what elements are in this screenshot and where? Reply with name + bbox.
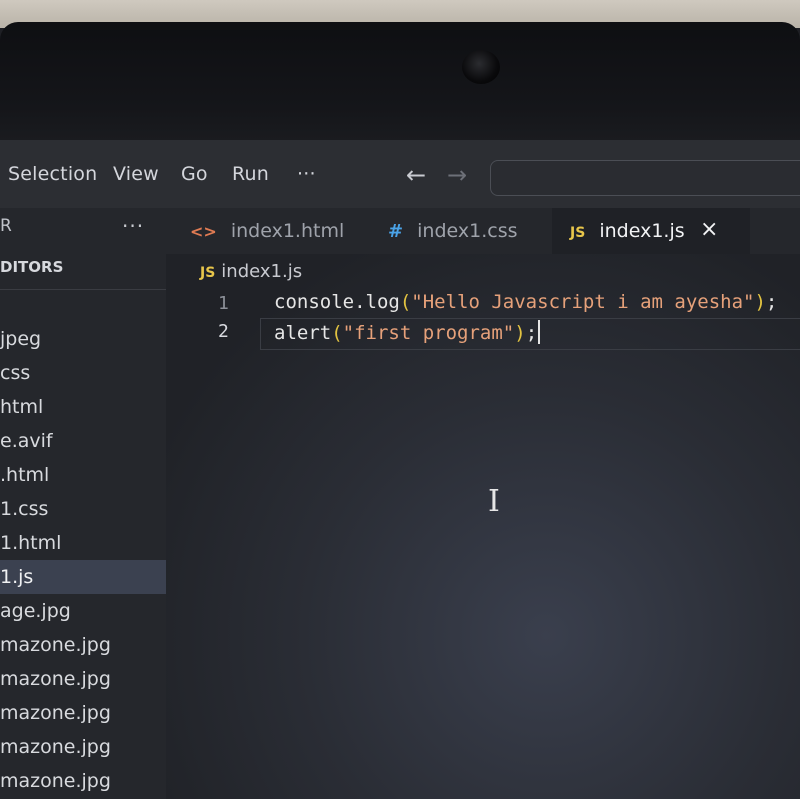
line-number: 2 bbox=[218, 321, 229, 342]
arrow-right-icon[interactable]: → bbox=[447, 161, 467, 189]
webcam bbox=[462, 50, 500, 84]
css-file-icon: # bbox=[388, 221, 404, 242]
code-paren: ( bbox=[399, 291, 412, 313]
file-item[interactable]: html bbox=[0, 390, 166, 424]
menu-run[interactable]: Run bbox=[232, 163, 269, 187]
text-cursor bbox=[538, 320, 541, 344]
menu-go[interactable]: Go bbox=[181, 163, 208, 187]
code-function: alert bbox=[274, 322, 332, 344]
tab-index1-css[interactable]: # index1.css bbox=[388, 208, 548, 254]
code-string: "first program" bbox=[342, 322, 515, 344]
open-editors-header[interactable]: DITORS bbox=[0, 258, 63, 276]
file-item[interactable]: .html bbox=[0, 458, 166, 492]
menu-view[interactable]: View bbox=[113, 163, 159, 187]
code-paren: ( bbox=[331, 322, 343, 344]
file-item-active[interactable]: 1.js bbox=[0, 560, 166, 594]
code-paren: ) bbox=[514, 322, 526, 344]
file-item[interactable]: 1.css bbox=[0, 492, 166, 526]
breadcrumb-label: index1.js bbox=[221, 261, 303, 282]
command-center-search[interactable] bbox=[490, 160, 800, 196]
tab-label: index1.css bbox=[417, 220, 518, 242]
tab-label: index1.js bbox=[599, 220, 685, 242]
js-file-icon: JS bbox=[200, 265, 216, 281]
file-item[interactable]: css bbox=[0, 356, 166, 390]
tab-index1-html[interactable]: <> index1.html bbox=[190, 208, 375, 254]
close-icon[interactable]: × bbox=[700, 217, 718, 242]
tab-index1-js[interactable]: JS index1.js bbox=[552, 208, 750, 254]
explorer-title: R bbox=[0, 216, 12, 236]
breadcrumb[interactable]: JS index1.js bbox=[200, 261, 302, 282]
code-semicolon: ; bbox=[525, 322, 538, 344]
file-item[interactable]: e.avif bbox=[0, 424, 166, 458]
tab-label: index1.html bbox=[230, 220, 345, 242]
menu-selection[interactable]: Selection bbox=[8, 163, 97, 187]
line-number: 1 bbox=[218, 293, 229, 314]
file-item[interactable]: mazone.jpg bbox=[0, 696, 166, 730]
file-item[interactable]: mazone.jpg bbox=[0, 628, 166, 662]
menu-more[interactable]: ··· bbox=[297, 163, 316, 187]
ibeam-cursor-icon: I bbox=[488, 484, 500, 519]
code-line[interactable]: alert("first program"); bbox=[274, 320, 541, 344]
sidebar-divider bbox=[0, 289, 166, 290]
explorer-more-icon[interactable]: ··· bbox=[122, 214, 144, 238]
file-item[interactable]: mazone.jpg bbox=[0, 662, 166, 696]
file-item[interactable]: age.jpg bbox=[0, 594, 166, 628]
file-item[interactable]: jpeg bbox=[0, 322, 166, 356]
file-item[interactable]: mazone.jpg bbox=[0, 764, 166, 798]
file-list: jpeg css html e.avif .html 1.css 1.html … bbox=[0, 322, 166, 798]
js-file-icon: JS bbox=[570, 225, 586, 241]
html-file-icon: <> bbox=[190, 222, 217, 241]
arrow-left-icon[interactable]: ← bbox=[406, 161, 426, 189]
code-semicolon: ; bbox=[765, 291, 778, 313]
code-line[interactable]: console.log("Hello Javascript i am ayesh… bbox=[274, 291, 777, 313]
code-string: "Hello Javascript i am ayesha" bbox=[411, 291, 755, 313]
code-paren: ) bbox=[754, 291, 766, 313]
laptop-bezel bbox=[0, 22, 800, 146]
file-item[interactable]: mazone.jpg bbox=[0, 730, 166, 764]
code-function: console.log bbox=[274, 291, 400, 313]
file-item[interactable]: 1.html bbox=[0, 526, 166, 560]
